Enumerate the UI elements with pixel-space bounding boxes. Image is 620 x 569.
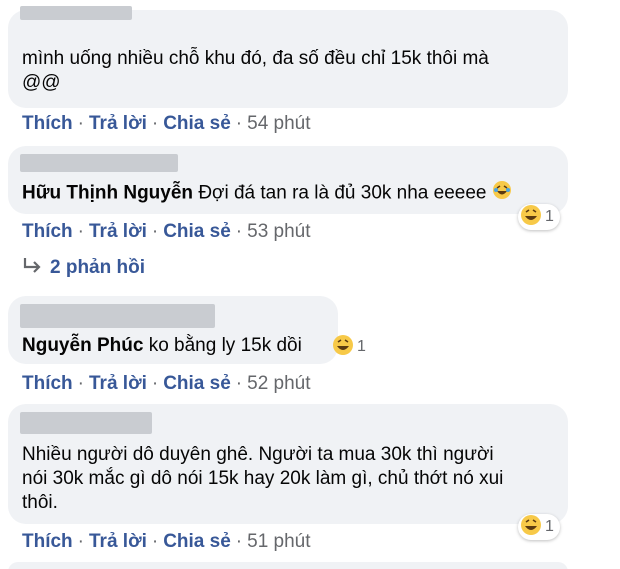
comment-2-author[interactable]: Hữu Thịnh Nguyễn xyxy=(22,183,193,204)
share-button[interactable]: Chia sẻ xyxy=(163,531,231,553)
reply-button[interactable]: Trả lời xyxy=(89,113,147,135)
comment-2-actions: Thích · Trả lời · Chia sẻ · 53 phút xyxy=(22,221,311,243)
separator: · xyxy=(151,113,159,134)
reaction-count: 1 xyxy=(545,518,554,535)
comment-4-line-1: Nhiều người dô duyên ghê. Người ta mua 3… xyxy=(22,444,494,465)
separator: · xyxy=(77,373,84,394)
separator: · xyxy=(77,113,84,134)
separator: · xyxy=(235,113,243,134)
reply-button[interactable]: Trả lời xyxy=(89,221,147,243)
reply-button[interactable]: Trả lời xyxy=(89,531,147,553)
comment-4-blurred-avatar-label xyxy=(20,412,152,434)
comment-3-reaction[interactable]: 1 xyxy=(330,334,372,360)
comment-2-blurred-avatar-label xyxy=(20,154,178,172)
comment-2-text: Hữu Thịnh Nguyễn Đợi đá tan ra là đủ 30k… xyxy=(22,180,562,207)
reply-button[interactable]: Trả lời xyxy=(89,373,147,395)
separator: · xyxy=(235,221,243,242)
like-button[interactable]: Thích xyxy=(22,373,73,395)
comment-4-line-3: thôi. xyxy=(22,492,58,513)
comment-3-author[interactable]: Nguyễn Phúc xyxy=(22,335,143,356)
haha-reaction-icon xyxy=(520,514,542,541)
comment-4-reaction[interactable]: 1 xyxy=(518,514,560,540)
previous-comment-bubble xyxy=(360,0,450,4)
comment-2-reaction[interactable]: 1 xyxy=(518,204,560,230)
comment-1-author-redacted xyxy=(20,6,132,20)
share-button[interactable]: Chia sẻ xyxy=(163,373,231,395)
timestamp[interactable]: 53 phút xyxy=(247,221,310,243)
reaction-count: 1 xyxy=(545,208,554,225)
comment-4-text: Nhiều người dô duyên ghê. Người ta mua 3… xyxy=(22,443,562,515)
share-button[interactable]: Chia sẻ xyxy=(163,221,231,243)
next-comment-bubble xyxy=(8,562,568,569)
haha-reaction-icon xyxy=(332,334,354,361)
comment-1-text: mình uống nhiều chỗ khu đó, đa số đều ch… xyxy=(22,47,562,95)
like-button[interactable]: Thích xyxy=(22,531,73,553)
like-button[interactable]: Thích xyxy=(22,221,73,243)
timestamp[interactable]: 52 phút xyxy=(247,373,310,395)
comment-3-text: Nguyễn Phúc ko bằng ly 15k dồi xyxy=(22,334,302,358)
comment-1-line-2: @@ xyxy=(22,72,61,93)
timestamp[interactable]: 54 phút xyxy=(247,113,310,135)
comment-4-actions: Thích · Trả lời · Chia sẻ · 51 phút xyxy=(22,531,311,553)
timestamp[interactable]: 51 phút xyxy=(247,531,310,553)
haha-reaction-icon xyxy=(520,204,542,231)
comment-3-actions: Thích · Trả lời · Chia sẻ · 52 phút xyxy=(22,373,311,395)
reply-arrow-icon xyxy=(22,256,42,280)
comment-1-actions: Thích · Trả lời · Chia sẻ · 54 phút xyxy=(22,113,311,135)
comment-2-body: Đợi đá tan ra là đủ 30k nha eeeee xyxy=(198,182,487,204)
like-button[interactable]: Thích xyxy=(22,113,73,135)
view-replies-link[interactable]: 2 phản hồi xyxy=(22,256,145,280)
comment-3-body: ko bằng ly 15k dồi xyxy=(148,335,302,356)
replies-count-label[interactable]: 2 phản hồi xyxy=(50,257,145,279)
separator: · xyxy=(151,221,159,242)
separator: · xyxy=(151,373,159,394)
comment-3-blurred-avatar-label xyxy=(20,304,215,328)
comment-1-line-1: mình uống nhiều chỗ khu đó, đa số đều ch… xyxy=(22,48,489,69)
comment-4-line-2: nói 30k mắc gì dô nói 15k hay 20k làm gì… xyxy=(22,468,504,489)
separator: · xyxy=(151,531,159,552)
reaction-count: 1 xyxy=(357,338,366,355)
share-button[interactable]: Chia sẻ xyxy=(163,113,231,135)
separator: · xyxy=(235,373,243,394)
haha-emoji-icon xyxy=(492,180,512,207)
separator: · xyxy=(235,531,243,552)
separator: · xyxy=(77,221,84,242)
separator: · xyxy=(77,531,84,552)
